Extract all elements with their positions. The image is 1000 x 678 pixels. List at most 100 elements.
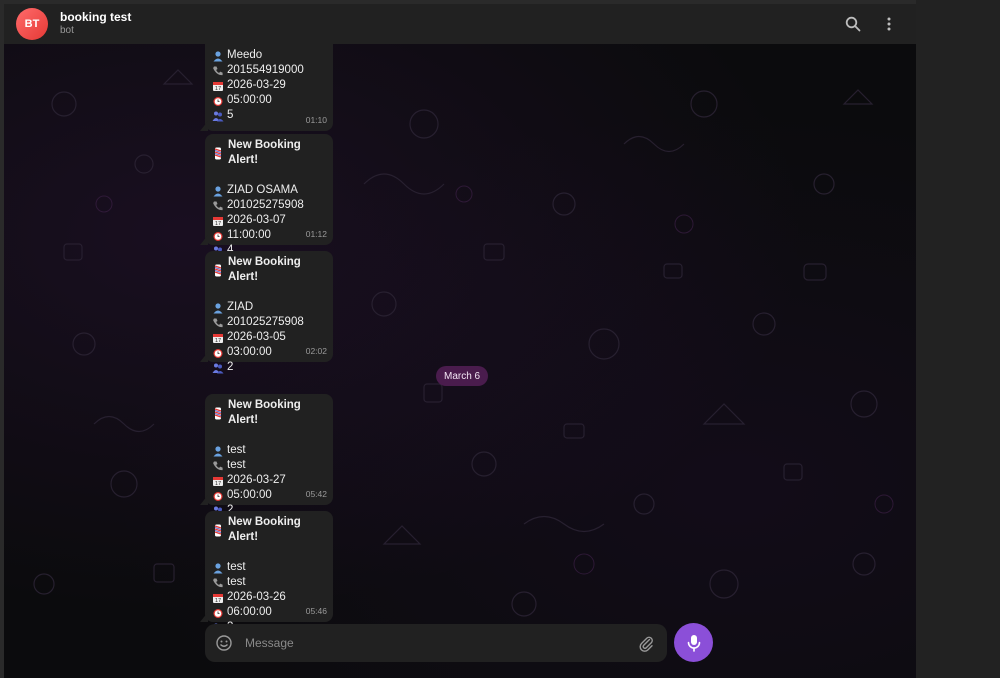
barber-pole-icon bbox=[211, 407, 224, 420]
alarm-clock-icon bbox=[211, 229, 224, 242]
booking-date-row: 17 2026-03-29 bbox=[211, 78, 327, 93]
svg-text:17: 17 bbox=[214, 221, 220, 227]
svg-text:17: 17 bbox=[214, 481, 220, 487]
message-timestamp: 02:02 bbox=[305, 346, 327, 356]
people-icon bbox=[211, 109, 224, 122]
booking-phone-row: 201554919000 bbox=[211, 63, 327, 78]
chat-title: booking test bbox=[60, 10, 132, 24]
calendar-icon: 17 bbox=[211, 474, 224, 487]
chat-title-block[interactable]: booking test bot bbox=[60, 10, 131, 38]
booking-alert-title: New Booking Alert! bbox=[228, 139, 301, 166]
avatar[interactable]: BT bbox=[16, 8, 48, 40]
booking-phone: test bbox=[227, 576, 246, 588]
booking-date-row: 17 2026-03-07 bbox=[211, 213, 327, 228]
alarm-clock-icon bbox=[211, 346, 224, 359]
message-list[interactable]: Meedo 201554919000 17 2026-03-29 05:00:0… bbox=[4, 36, 916, 678]
booking-alert-heading: New Booking Alert! bbox=[211, 138, 327, 168]
message-timestamp: 01:12 bbox=[305, 229, 327, 239]
search-icon[interactable] bbox=[844, 15, 862, 33]
calendar-icon: 17 bbox=[211, 214, 224, 227]
message-input[interactable] bbox=[245, 636, 637, 650]
message-timestamp: 01:10 bbox=[305, 115, 327, 125]
phone-icon bbox=[211, 64, 224, 77]
phone-icon bbox=[211, 199, 224, 212]
booking-date-row: 17 2026-03-05 bbox=[211, 330, 327, 345]
booking-time: 06:00:00 bbox=[227, 606, 272, 618]
chat-window: BT booking test bot Meedo 201554919000 1… bbox=[4, 4, 916, 678]
booking-time: 11:00:00 bbox=[227, 229, 271, 241]
booking-phone-row: 201025275908 bbox=[211, 315, 327, 330]
message-bubble[interactable]: New Booking Alert! ZIAD 201025275908 17 … bbox=[200, 251, 333, 373]
chat-header[interactable]: BT booking test bot bbox=[4, 4, 916, 44]
paperclip-icon[interactable] bbox=[637, 634, 655, 652]
booking-name: test bbox=[227, 561, 246, 573]
bubble-tail bbox=[200, 121, 208, 131]
booking-date: 2026-03-07 bbox=[227, 214, 286, 226]
message-bubble[interactable]: New Booking Alert! test test 17 2026-03-… bbox=[200, 511, 333, 633]
booking-time: 05:00:00 bbox=[227, 94, 272, 106]
bubble-tail bbox=[200, 495, 208, 505]
booking-name-row: test bbox=[211, 560, 327, 575]
alarm-clock-icon bbox=[211, 489, 224, 502]
booking-time-row: 05:00:00 bbox=[211, 93, 327, 108]
booking-alert-heading: New Booking Alert! bbox=[211, 515, 327, 545]
booking-phone-row: test bbox=[211, 575, 327, 590]
booking-date: 2026-03-05 bbox=[227, 331, 286, 343]
booking-alert-title: New Booking Alert! bbox=[228, 399, 301, 426]
booking-name-row: ZIAD OSAMA bbox=[211, 183, 327, 198]
person-icon bbox=[211, 301, 224, 314]
booking-name: ZIAD bbox=[227, 301, 254, 313]
message-bubble[interactable]: New Booking Alert! test test 17 2026-03-… bbox=[200, 394, 333, 516]
booking-phone-row: test bbox=[211, 458, 327, 473]
alarm-clock-icon bbox=[211, 606, 224, 619]
barber-pole-icon bbox=[211, 524, 224, 537]
calendar-icon: 17 bbox=[211, 591, 224, 604]
booking-phone: 201025275908 bbox=[227, 199, 304, 211]
message-timestamp: 05:46 bbox=[305, 606, 327, 616]
booking-name-row: test bbox=[211, 443, 327, 458]
alarm-clock-icon bbox=[211, 94, 224, 107]
booking-phone-row: 201025275908 bbox=[211, 198, 327, 213]
booking-alert-title: New Booking Alert! bbox=[228, 516, 301, 543]
phone-icon bbox=[211, 576, 224, 589]
microphone-button[interactable] bbox=[674, 623, 713, 662]
booking-time: 03:00:00 bbox=[227, 346, 272, 358]
svg-text:17: 17 bbox=[214, 338, 220, 344]
bubble-tail bbox=[200, 612, 208, 622]
date-separator: March 6 bbox=[436, 366, 489, 386]
barber-pole-icon bbox=[211, 264, 224, 277]
more-vertical-icon[interactable] bbox=[880, 15, 898, 33]
booking-alert-heading: New Booking Alert! bbox=[211, 255, 327, 285]
phone-icon bbox=[211, 459, 224, 472]
people-icon bbox=[211, 361, 224, 374]
header-actions bbox=[844, 15, 898, 33]
barber-pole-icon bbox=[211, 147, 224, 160]
booking-guests: 5 bbox=[227, 109, 234, 121]
message-bubble[interactable]: Meedo 201554919000 17 2026-03-29 05:00:0… bbox=[200, 36, 333, 131]
booking-guests: 2 bbox=[227, 361, 234, 373]
phone-icon bbox=[211, 316, 224, 329]
svg-text:17: 17 bbox=[214, 598, 220, 604]
svg-text:17: 17 bbox=[214, 86, 220, 92]
smile-icon[interactable] bbox=[215, 634, 233, 652]
booking-name-row: Meedo bbox=[211, 48, 327, 63]
message-composer[interactable] bbox=[205, 624, 667, 662]
booking-date: 2026-03-26 bbox=[227, 591, 286, 603]
person-icon bbox=[211, 444, 224, 457]
bubble-tail bbox=[200, 235, 208, 245]
person-icon bbox=[211, 561, 224, 574]
chat-subtitle: bot bbox=[60, 25, 74, 36]
booking-alert-heading: New Booking Alert! bbox=[211, 398, 327, 428]
booking-date: 2026-03-27 bbox=[227, 474, 286, 486]
booking-date-row: 17 2026-03-26 bbox=[211, 590, 327, 605]
person-icon bbox=[211, 49, 224, 62]
calendar-icon: 17 bbox=[211, 331, 224, 344]
booking-name: test bbox=[227, 444, 246, 456]
message-bubble[interactable]: New Booking Alert! ZIAD OSAMA 2010252759… bbox=[200, 134, 333, 256]
booking-phone: test bbox=[227, 459, 246, 471]
booking-phone: 201025275908 bbox=[227, 316, 304, 328]
booking-date: 2026-03-29 bbox=[227, 79, 286, 91]
calendar-icon: 17 bbox=[211, 79, 224, 92]
booking-name: Meedo bbox=[227, 49, 263, 61]
booking-guests-row: 2 bbox=[211, 360, 327, 375]
